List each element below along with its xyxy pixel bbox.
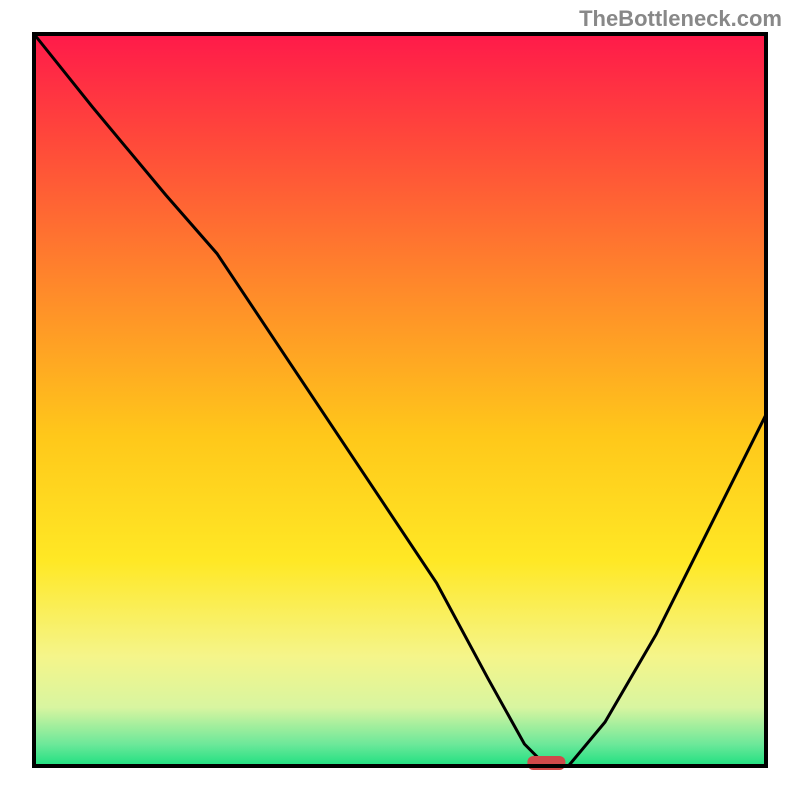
gradient-background	[34, 34, 766, 766]
watermark-text: TheBottleneck.com	[579, 6, 782, 32]
chart-container: TheBottleneck.com	[0, 0, 800, 800]
plot-area	[34, 34, 766, 770]
bottleneck-chart	[0, 0, 800, 800]
